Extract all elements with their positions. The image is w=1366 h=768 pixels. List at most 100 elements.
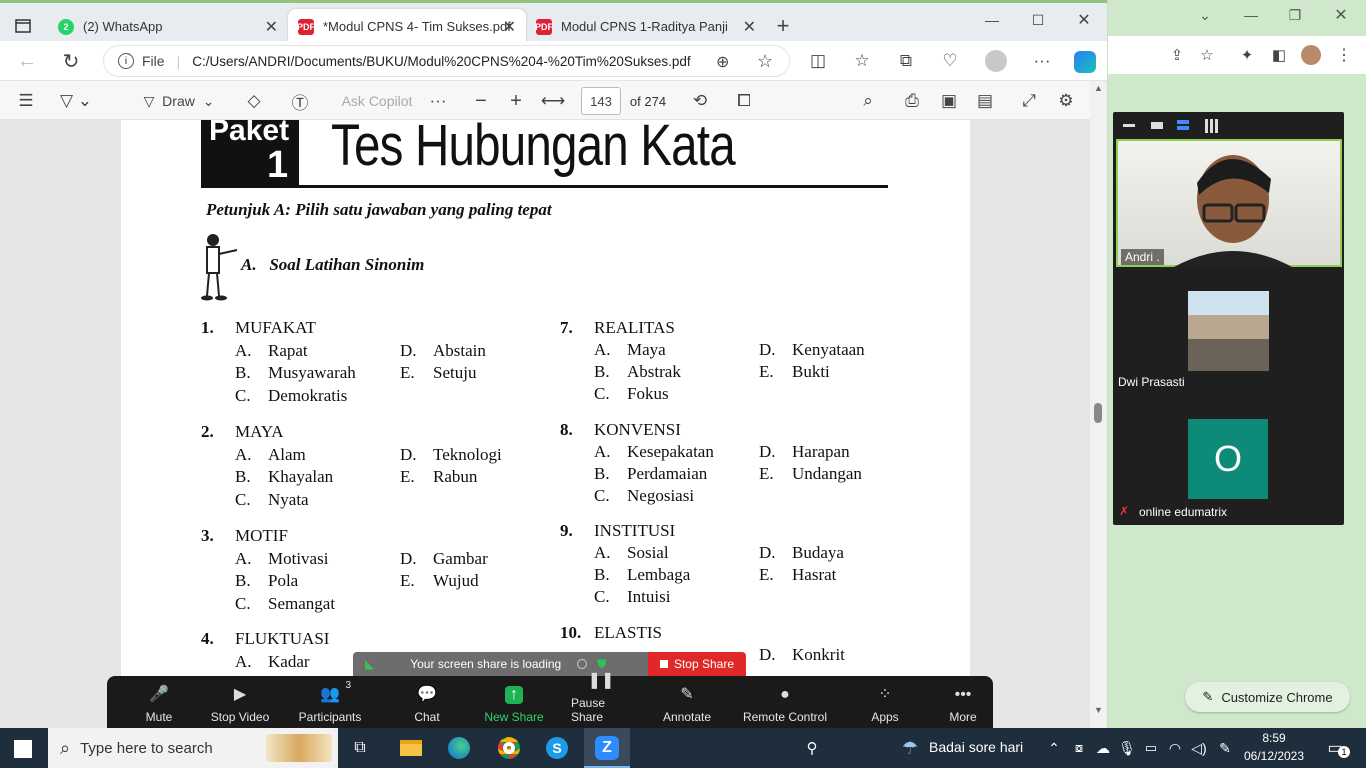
close-tab-icon[interactable]: ✕	[743, 17, 756, 37]
minimize-button[interactable]: —	[1240, 5, 1262, 25]
ask-copilot-button[interactable]: Ask Copilot	[337, 90, 417, 112]
side-panel-icon[interactable]: ◧	[1268, 45, 1290, 65]
zoom-in-button[interactable]: +	[505, 90, 527, 112]
zoom-icon[interactable]: ⊕	[716, 52, 729, 72]
pdf-page: Paket 1 Tes Hubungan Kata Petunjuk A: Pi…	[121, 120, 970, 728]
minimize-button[interactable]: —	[978, 9, 1006, 31]
search-icon[interactable]: ⌕	[856, 90, 880, 112]
gallery-view-icon[interactable]	[1205, 119, 1219, 133]
url-box[interactable]: i File | C:/Users/ANDRI/Documents/BUKU/M…	[103, 45, 790, 77]
chrome-icon[interactable]	[496, 735, 522, 761]
restore-button[interactable]: ❐	[1284, 5, 1306, 25]
back-button[interactable]: ←	[14, 49, 40, 73]
participants-button[interactable]: 👥 3 Participants	[293, 676, 367, 728]
battery-icon[interactable]: ▭	[1142, 738, 1160, 758]
pause-share-button[interactable]: ❚❚ Pause Share	[571, 672, 631, 728]
more-tools-icon[interactable]: ···	[426, 90, 450, 112]
scroll-up-icon[interactable]: ▲	[1094, 83, 1103, 93]
apps-button[interactable]: ⁘ Apps	[855, 676, 915, 728]
tray-chevron-icon[interactable]: ⌃	[1046, 738, 1062, 758]
draw-button[interactable]: ▽ Draw ⌄	[134, 90, 224, 112]
option-letter: E.	[400, 571, 415, 590]
annotate-button[interactable]: ✎ Annotate	[657, 676, 717, 728]
profile-avatar[interactable]	[1300, 44, 1322, 66]
eraser-icon[interactable]: ◇	[242, 90, 266, 112]
apps-icon: ⁘	[878, 686, 892, 703]
collections-icon[interactable]: ⧉	[894, 49, 918, 73]
fullscreen-icon[interactable]: ⤢	[1017, 90, 1041, 112]
extensions-heart-icon[interactable]: ♡	[938, 49, 962, 73]
tab-actions-icon[interactable]	[8, 11, 38, 41]
people-icon[interactable]: ⚲	[800, 736, 824, 760]
more-menu-icon[interactable]: ···	[1030, 49, 1054, 73]
tab-whatsapp[interactable]: 2 (2) WhatsApp ✕	[48, 9, 288, 44]
split-screen-icon[interactable]: ◫	[806, 49, 830, 73]
volume-icon[interactable]: ◁)	[1190, 738, 1208, 758]
video-tile-andri[interactable]: Andri .	[1116, 139, 1342, 267]
save-as-icon[interactable]: ▤	[973, 90, 997, 112]
chevron-down-icon[interactable]: ⌄	[1194, 5, 1216, 25]
extensions-puzzle-icon[interactable]: ✦	[1236, 45, 1258, 65]
customize-chrome-button[interactable]: ✎ Customize Chrome	[1185, 682, 1350, 712]
text-icon[interactable]: Ⓣ	[288, 90, 312, 113]
weather-text[interactable]: Badai sore hari	[929, 739, 1023, 755]
stop-video-button[interactable]: ▶ Stop Video	[205, 676, 275, 728]
minimize-gallery-icon[interactable]	[1123, 124, 1135, 127]
task-view-icon[interactable]: ⧉	[348, 736, 372, 760]
speaker-view-icon[interactable]	[1177, 120, 1189, 130]
new-tab-button[interactable]: +	[770, 11, 796, 41]
skype-icon[interactable]: S	[544, 735, 570, 761]
refresh-button[interactable]: ↻	[58, 49, 84, 73]
maximize-button[interactable]: ☐	[1024, 9, 1052, 31]
info-icon[interactable]: i	[118, 53, 134, 69]
close-window-button[interactable]: ✕	[1070, 9, 1098, 31]
stop-share-button[interactable]: Stop Share	[648, 652, 746, 676]
close-tab-icon[interactable]: ✕	[503, 17, 516, 37]
kebab-menu-icon[interactable]: ⋮	[1333, 45, 1355, 65]
favorite-star-icon[interactable]: ☆	[757, 51, 773, 72]
copilot-icon[interactable]	[1072, 49, 1098, 75]
thumbnail-view-icon[interactable]	[1151, 122, 1163, 129]
wifi-icon[interactable]: ◠	[1166, 738, 1184, 758]
remote-control-button[interactable]: ● Remote Control	[735, 676, 835, 728]
toolbar-label: More	[949, 710, 977, 724]
rotate-icon[interactable]: ⟲	[688, 90, 712, 112]
url-text[interactable]: C:/Users/ANDRI/Documents/BUKU/Modul%20CP…	[192, 54, 690, 69]
print-icon[interactable]: ⎙	[900, 90, 924, 112]
file-explorer-icon[interactable]	[398, 735, 424, 761]
windows-start-icon[interactable]	[14, 740, 32, 758]
scroll-thumb[interactable]	[1094, 403, 1102, 423]
tab-modul-cpns-1[interactable]: PDF Modul CPNS 1-Raditya Panji Umbara ✕	[526, 9, 766, 44]
scroll-down-icon[interactable]: ▼	[1094, 705, 1103, 715]
onedrive-cloud-icon[interactable]: ☁	[1094, 738, 1112, 758]
save-icon[interactable]: ▣	[937, 90, 961, 112]
settings-gear-icon[interactable]: ⚙	[1054, 90, 1078, 112]
microphone-icon[interactable]: 🎙	[1118, 738, 1136, 758]
meet-now-icon[interactable]: ⧇	[1070, 738, 1088, 758]
highlight-icon[interactable]: ▽ ⌄	[56, 90, 96, 112]
profile-avatar-icon[interactable]	[984, 49, 1008, 73]
new-share-button[interactable]: ↑ New Share	[484, 676, 544, 728]
fit-page-icon[interactable]: ⟷	[541, 90, 565, 112]
share-icon[interactable]: ⇪	[1166, 45, 1188, 65]
vertical-scrollbar[interactable]: ▲ ▼	[1090, 81, 1107, 728]
chat-button[interactable]: 💬 Chat	[397, 676, 457, 728]
bookmark-star-icon[interactable]: ☆	[1196, 45, 1218, 65]
taskbar-search-box[interactable]: ⌕ Type here to search	[48, 728, 338, 768]
tab-modul-cpns-4[interactable]: PDF *Modul CPNS 4- Tim Sukses.pdf ✕	[288, 9, 526, 44]
page-number-input[interactable]: 143	[581, 87, 621, 115]
clock-date[interactable]: 06/12/2023	[1240, 749, 1308, 763]
contents-icon[interactable]: ☰	[14, 90, 38, 112]
edge-icon[interactable]	[446, 735, 472, 761]
favorites-icon[interactable]: ☆	[850, 49, 874, 73]
more-button[interactable]: ••• More	[933, 676, 993, 728]
mute-button[interactable]: 🎤 Mute	[129, 676, 189, 728]
zoom-out-button[interactable]: −	[470, 90, 492, 112]
close-button[interactable]: ✕	[1330, 5, 1352, 25]
weather-storm-icon[interactable]: ☂	[896, 735, 924, 761]
page-view-icon[interactable]: ⧠	[732, 90, 756, 112]
pen-workspace-icon[interactable]: ✎	[1216, 738, 1234, 758]
clock-time[interactable]: 8:59	[1244, 731, 1304, 745]
zoom-taskbar-item[interactable]: Z	[584, 728, 630, 768]
close-tab-icon[interactable]: ✕	[265, 17, 278, 37]
